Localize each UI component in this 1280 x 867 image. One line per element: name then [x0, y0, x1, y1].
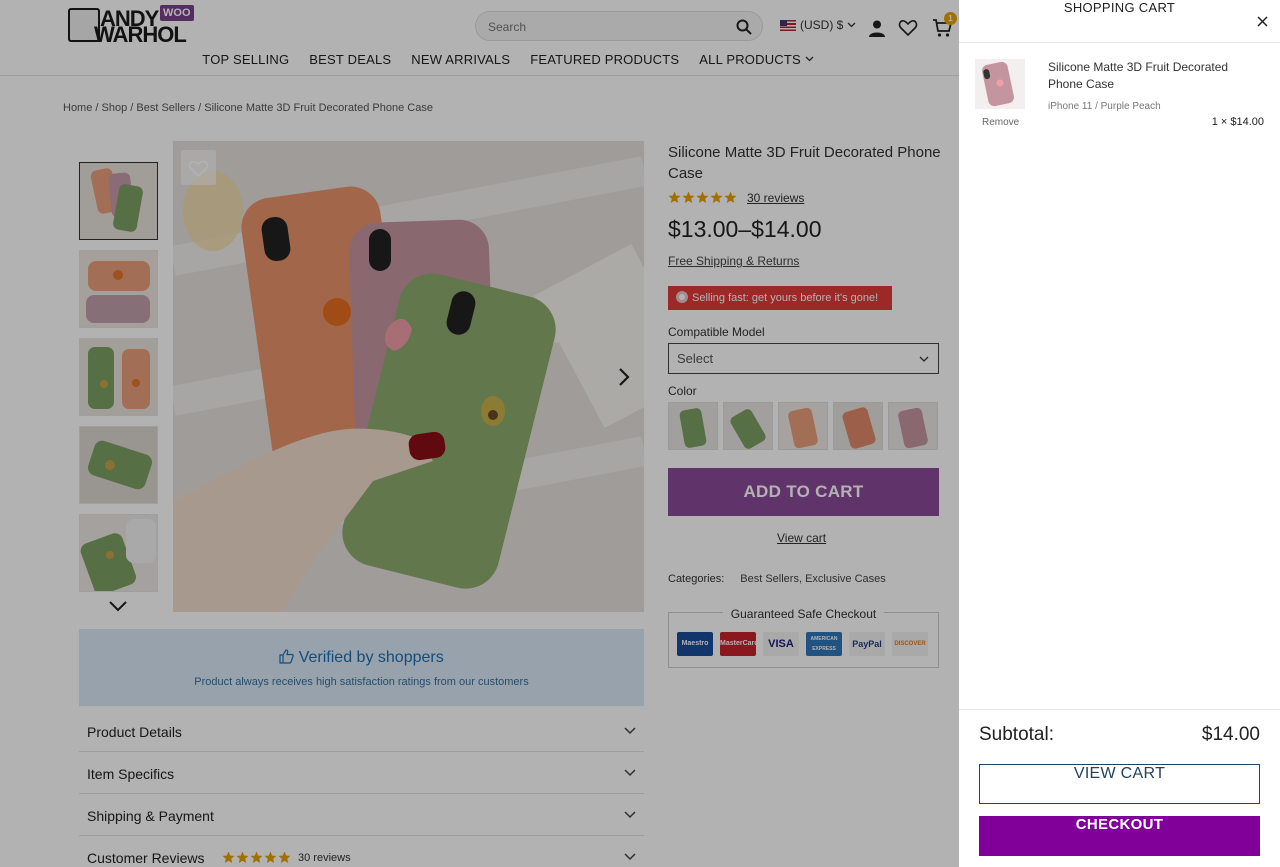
checkout-button[interactable]: CHECKOUT	[979, 816, 1260, 856]
cart-item-variant: iPhone 11 / Purple Peach	[1048, 101, 1161, 112]
shopping-cart-drawer: SHOPPING CART Remove Silicone Matte 3D F…	[959, 0, 1280, 867]
subtotal-label: Subtotal:	[979, 724, 1054, 745]
close-icon[interactable]	[1257, 16, 1268, 27]
cart-title: SHOPPING CART	[959, 0, 1280, 43]
view-cart-button[interactable]: VIEW CART	[979, 764, 1260, 804]
cart-footer: Subtotal: $14.00 VIEW CART CHECKOUT	[959, 709, 1280, 867]
subtotal-value: $14.00	[1201, 724, 1260, 745]
cart-item-name[interactable]: Silicone Matte 3D Fruit Decorated Phone …	[1048, 59, 1264, 93]
cart-item-image[interactable]	[975, 59, 1025, 109]
cart-item-qty-price: 1 × $14.00	[1211, 116, 1264, 128]
remove-item-link[interactable]: Remove	[982, 117, 1019, 128]
